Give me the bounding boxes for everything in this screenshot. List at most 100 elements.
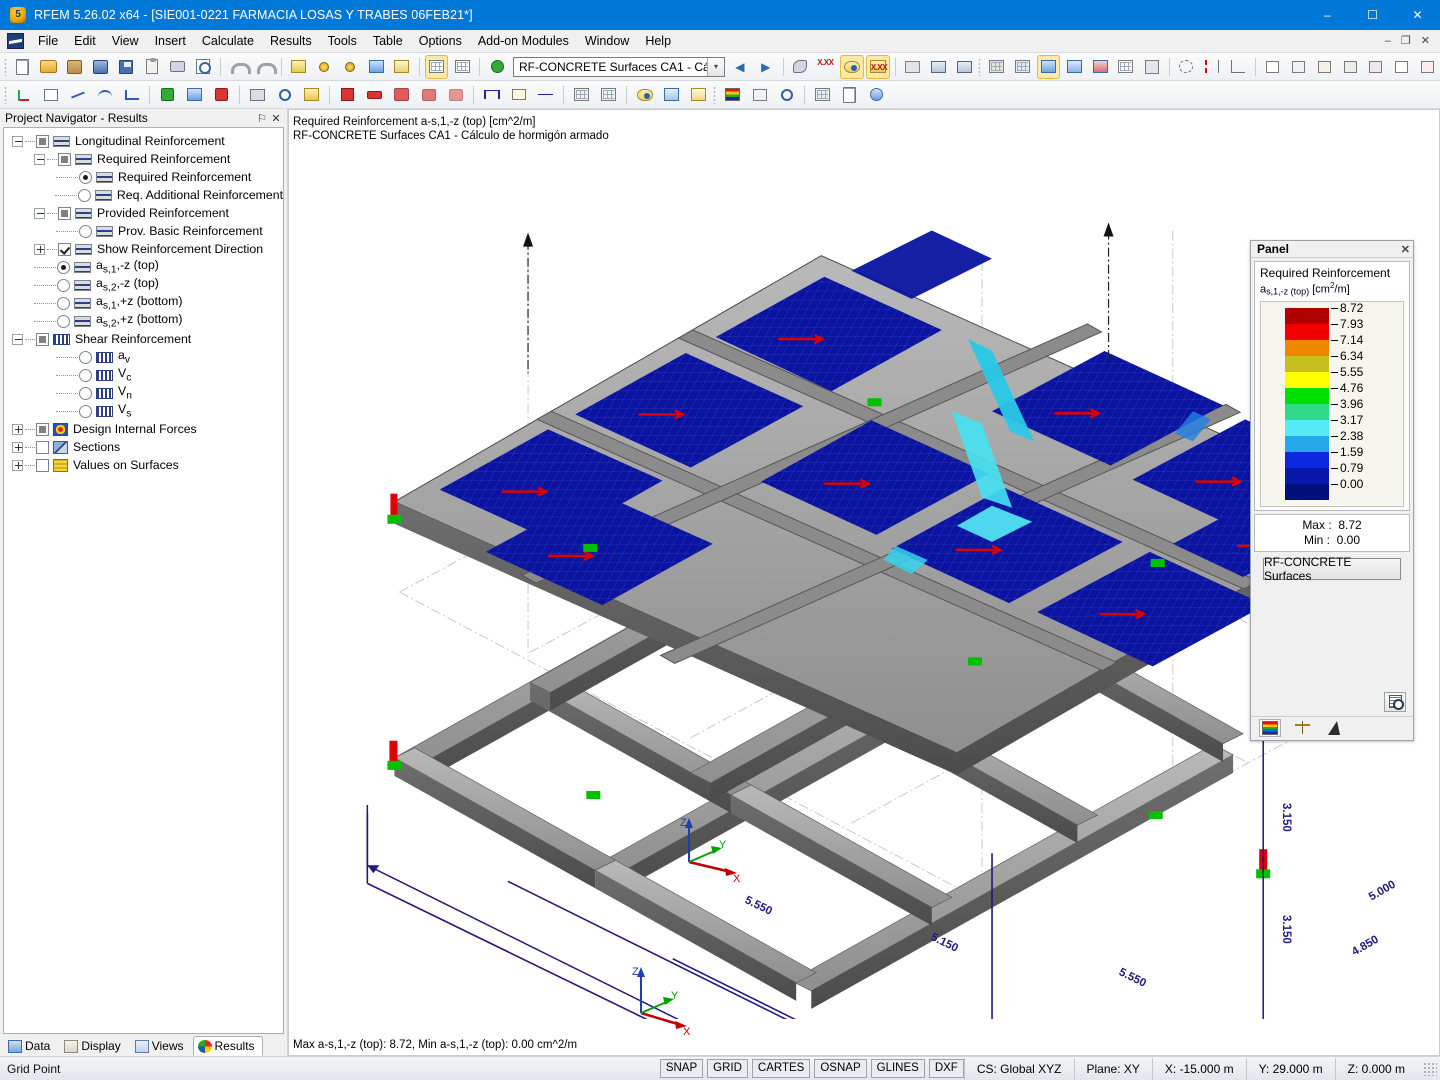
panel-tab-factors[interactable] xyxy=(1323,719,1345,737)
menu-calculate[interactable]: Calculate xyxy=(194,31,262,51)
collapse-icon[interactable] xyxy=(12,334,23,345)
hinge-button[interactable] xyxy=(272,83,297,107)
new-solid-button[interactable] xyxy=(209,83,234,107)
tree-item[interactable]: as,1,-z (top) xyxy=(4,258,283,276)
line-button[interactable] xyxy=(1287,55,1311,79)
navigator-tab-views[interactable]: Views xyxy=(130,1036,192,1056)
node-button[interactable] xyxy=(1261,55,1285,79)
rotate-button[interactable] xyxy=(1174,55,1198,79)
model-info-button[interactable] xyxy=(774,83,799,107)
render-button[interactable] xyxy=(287,55,311,79)
surface-load-button[interactable] xyxy=(389,83,414,107)
checkbox[interactable] xyxy=(36,135,49,148)
nodal-load-button[interactable] xyxy=(335,83,360,107)
deformation-button[interactable] xyxy=(789,55,813,79)
radio-button[interactable] xyxy=(57,279,70,292)
toolbar-grip[interactable] xyxy=(4,86,7,104)
navigator-pin-button[interactable]: ⚐ xyxy=(255,112,269,125)
menu-table[interactable]: Table xyxy=(365,31,411,51)
comment-button[interactable] xyxy=(506,83,531,107)
mdi-system-icon[interactable] xyxy=(7,33,24,49)
close-button[interactable]: ✕ xyxy=(1395,0,1440,30)
menu-insert[interactable]: Insert xyxy=(147,31,194,51)
checkbox[interactable] xyxy=(58,207,71,220)
radio-button[interactable] xyxy=(57,297,70,310)
toolbar-grip[interactable] xyxy=(978,58,981,76)
dimension-button[interactable] xyxy=(479,83,504,107)
rf-concrete-surfaces-button[interactable]: RF-CONCRETE Surfaces xyxy=(1263,558,1401,580)
radio-button[interactable] xyxy=(79,351,92,364)
draw-arc-button[interactable] xyxy=(92,83,117,107)
mirror-button[interactable] xyxy=(1200,55,1224,79)
maximize-button[interactable]: ☐ xyxy=(1350,0,1395,30)
mdi-restore-button[interactable]: ❐ xyxy=(1397,34,1415,48)
expand-icon[interactable] xyxy=(34,244,45,255)
menu-results[interactable]: Results xyxy=(262,31,320,51)
view-section-button[interactable] xyxy=(1140,55,1164,79)
guideline-button[interactable] xyxy=(533,83,558,107)
chevron-down-icon[interactable]: ▾ xyxy=(707,58,724,76)
zoom-in-button[interactable] xyxy=(364,55,388,79)
tree-item[interactable]: Design Internal Forces xyxy=(4,420,283,438)
menu-file[interactable]: File xyxy=(30,31,66,51)
draw-polyline-button[interactable] xyxy=(119,83,144,107)
line-load-button[interactable] xyxy=(362,83,387,107)
checkbox-checked[interactable] xyxy=(58,243,71,256)
fe-mesh-button[interactable] xyxy=(1011,55,1035,79)
print-preview-button[interactable] xyxy=(191,55,215,79)
draw-node-button[interactable] xyxy=(38,83,63,107)
display-properties-button[interactable] xyxy=(747,83,772,107)
tree-item[interactable]: Provided Reinforcement xyxy=(4,204,283,222)
member-button[interactable] xyxy=(1312,55,1336,79)
mdi-minimize-button[interactable]: – xyxy=(1381,34,1395,48)
minimize-button[interactable]: – xyxy=(1305,0,1350,30)
clipping-plane-button[interactable] xyxy=(596,83,621,107)
tables-button[interactable] xyxy=(450,55,474,79)
print-button[interactable] xyxy=(166,55,190,79)
radio-button[interactable] xyxy=(79,387,92,400)
open-package-button[interactable] xyxy=(62,55,86,79)
clipboard-button[interactable] xyxy=(140,55,164,79)
model-viewport[interactable]: Required Reinforcement a-s,1,-z (top) [c… xyxy=(288,109,1440,1056)
status-toggle-cartes[interactable]: CARTES xyxy=(752,1059,810,1078)
zoom-window-button[interactable] xyxy=(313,55,337,79)
show-results-button[interactable] xyxy=(840,55,864,79)
panel-tab-scale[interactable] xyxy=(1291,719,1313,737)
menu-help[interactable]: Help xyxy=(637,31,679,51)
panel-tab-colors[interactable] xyxy=(1259,719,1281,737)
results-table-button[interactable] xyxy=(425,55,449,79)
calculate-all-button[interactable] xyxy=(810,83,835,107)
layer-button[interactable] xyxy=(659,83,684,107)
tree-item[interactable]: Values on Surfaces xyxy=(4,456,283,474)
new-member-button[interactable] xyxy=(155,83,180,107)
menu-options[interactable]: Options xyxy=(411,31,470,51)
radio-button[interactable] xyxy=(79,369,92,382)
project-button[interactable] xyxy=(1226,55,1250,79)
new-file-button[interactable] xyxy=(11,55,35,79)
panel-close-icon[interactable]: ✕ xyxy=(1401,243,1410,256)
expand-icon[interactable] xyxy=(12,442,23,453)
mdi-close-button[interactable]: ✕ xyxy=(1417,34,1434,48)
navigator-tree[interactable]: Longitudinal ReinforcementRequired Reinf… xyxy=(3,127,284,1034)
navigator-tab-display[interactable]: Display xyxy=(59,1036,128,1056)
tree-item[interactable]: Vn xyxy=(4,384,283,402)
view-yz-button[interactable] xyxy=(1114,55,1138,79)
nodal-support-button[interactable] xyxy=(901,55,925,79)
visibility-button[interactable] xyxy=(632,83,657,107)
solid-button[interactable] xyxy=(1364,55,1388,79)
open-file-button[interactable] xyxy=(37,55,61,79)
save-package-button[interactable] xyxy=(88,55,112,79)
menu-view[interactable]: View xyxy=(104,31,147,51)
status-toggle-osnap[interactable]: OSNAP xyxy=(814,1059,866,1078)
toolbar-grip[interactable] xyxy=(4,58,7,76)
view-iso-button[interactable] xyxy=(1037,55,1061,79)
legend-zoom-button[interactable] xyxy=(1384,692,1406,712)
color-legend[interactable]: 8.727.937.146.345.554.763.963.172.381.59… xyxy=(1260,301,1404,507)
undo-button[interactable] xyxy=(226,55,250,79)
zoom-all-button[interactable] xyxy=(338,55,362,79)
tree-item[interactable]: Shear Reinforcement xyxy=(4,330,283,348)
toolbar-grip[interactable] xyxy=(713,86,716,104)
checkbox[interactable] xyxy=(36,441,49,454)
result-labels-button[interactable]: X.XX xyxy=(866,55,890,79)
draw-line-button[interactable] xyxy=(65,83,90,107)
